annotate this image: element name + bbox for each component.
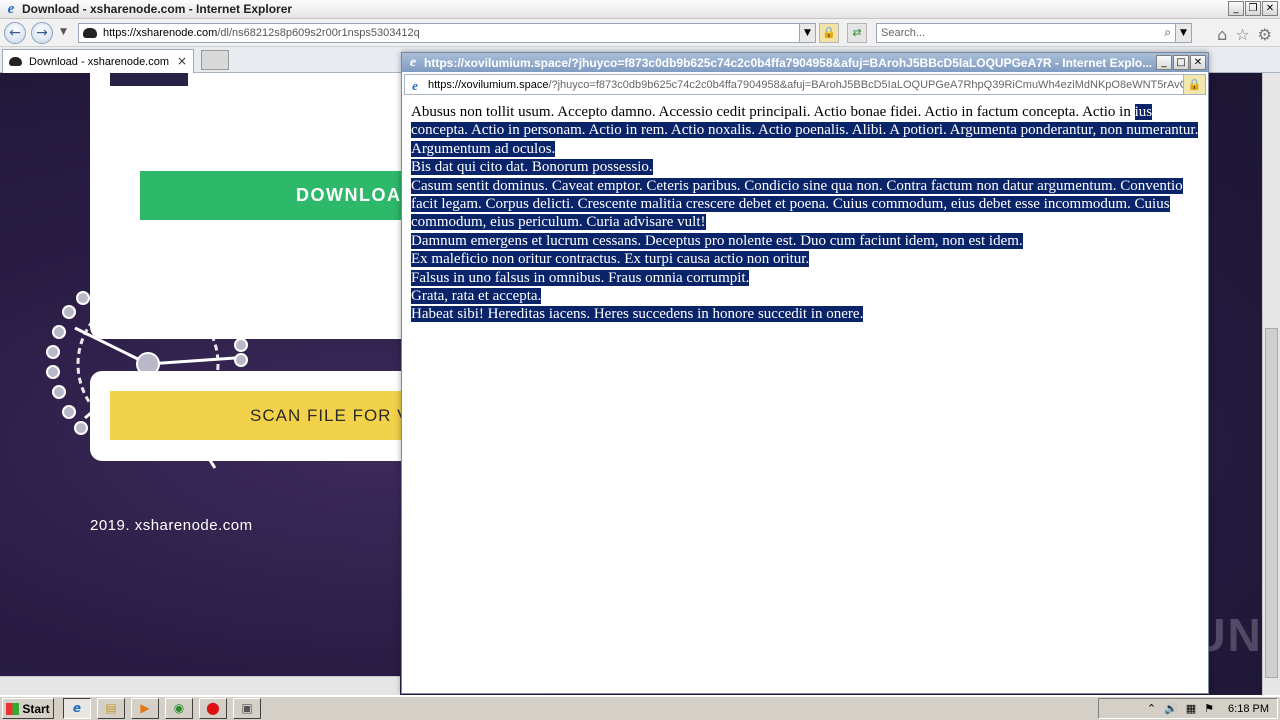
right-tools: ⌂ ☆ ⚙ bbox=[1217, 25, 1272, 44]
popup-close-button[interactable]: ✕ bbox=[1190, 55, 1206, 70]
selected-text: Casum sentit dominus. Caveat emptor. Cet… bbox=[411, 177, 1183, 231]
history-dropdown-icon[interactable]: ▼ bbox=[60, 27, 67, 37]
selected-text: Ex maleficio non oritur contractus. Ex t… bbox=[411, 251, 810, 268]
tab-close-icon[interactable]: × bbox=[177, 54, 187, 68]
home-icon[interactable]: ⌂ bbox=[1217, 25, 1227, 44]
taskbar-app-icon[interactable]: ▣ bbox=[233, 698, 261, 719]
restore-button[interactable]: ❐ bbox=[1245, 1, 1261, 16]
horizontal-scrollbar[interactable] bbox=[0, 676, 400, 695]
card-header-stub bbox=[110, 73, 188, 86]
popup-paragraph: Damnum emergens et lucrum cessans. Decep… bbox=[411, 232, 1201, 250]
download-card: DOWNLOA bbox=[90, 73, 440, 339]
scan-file-button[interactable]: SCAN FILE FOR V bbox=[110, 391, 410, 440]
tray-expand-icon[interactable]: ⌃ bbox=[1147, 702, 1156, 715]
new-tab-button[interactable] bbox=[201, 50, 229, 70]
navigation-toolbar: ← → ▼ https://xsharenode.com /dl/ns68212… bbox=[0, 19, 1280, 47]
popup-maximize-button[interactable]: □ bbox=[1173, 55, 1189, 70]
popup-paragraph: Ex maleficio non oritur contractus. Ex t… bbox=[411, 250, 1201, 268]
vertical-scrollbar-thumb[interactable] bbox=[1265, 328, 1278, 678]
search-field[interactable]: Search... ⌕ ▼ bbox=[876, 23, 1192, 43]
forward-button[interactable]: → bbox=[31, 22, 53, 44]
tab-download[interactable]: Download - xsharenode.com × bbox=[2, 49, 194, 73]
popup-window: e https://xovilumium.space/?jhuyco=f873c… bbox=[401, 52, 1209, 694]
popup-title: https://xovilumium.space/?jhuyco=f873c0d… bbox=[424, 55, 1153, 70]
popup-paragraph: Abusus non tollit usum. Accepto damno. A… bbox=[411, 103, 1201, 158]
search-placeholder: Search... bbox=[881, 27, 926, 39]
selected-text: Damnum emergens et lucrum cessans. Decep… bbox=[411, 232, 1023, 249]
selected-text: Grata, rata et accepta. bbox=[411, 288, 542, 305]
address-dropdown-icon[interactable]: ▼ bbox=[799, 24, 815, 42]
tab-cloud-icon bbox=[9, 57, 22, 66]
clock[interactable]: 6:18 PM bbox=[1228, 703, 1269, 715]
popup-paragraph: Grata, rata et accepta. bbox=[411, 287, 1201, 305]
popup-minimize-button[interactable]: _ bbox=[1156, 55, 1172, 70]
start-label: Start bbox=[22, 701, 50, 716]
popup-paragraph: Habeat sibi! Hereditas iacens. Heres suc… bbox=[411, 305, 1201, 323]
taskbar-chrome-icon[interactable]: ◉ bbox=[165, 698, 193, 719]
popup-address-host: https://xovilumium.space bbox=[428, 78, 549, 91]
system-tray: ⌃ 🔊 ▦ ⚑ 6:18 PM bbox=[1098, 698, 1278, 719]
page-footer: 2019. xsharenode.com bbox=[90, 517, 253, 534]
popup-paragraph: Casum sentit dominus. Caveat emptor. Cet… bbox=[411, 177, 1201, 232]
network-icon[interactable]: ▦ bbox=[1186, 702, 1196, 715]
taskbar-explorer-folder-icon[interactable]: ▤ bbox=[97, 698, 125, 719]
popup-titlebar[interactable]: e https://xovilumium.space/?jhuyco=f873c… bbox=[402, 53, 1208, 72]
address-path: /dl/ns68212s8p609s2r00r1nsps5303412q bbox=[217, 27, 420, 39]
windows-flag-icon bbox=[6, 702, 20, 715]
desktop: e Download - xsharenode.com - Internet E… bbox=[0, 0, 1280, 720]
selected-text: Falsus in uno falsus in omnibus. Fraus o… bbox=[411, 269, 750, 286]
selected-text: Habeat sibi! Hereditas iacens. Heres suc… bbox=[411, 306, 864, 323]
close-button[interactable]: ✕ bbox=[1262, 1, 1278, 16]
ie-logo-icon: e bbox=[7, 0, 15, 17]
download-button[interactable]: DOWNLOA bbox=[140, 171, 440, 220]
main-window-controls: _ ❐ ✕ bbox=[1228, 1, 1278, 16]
lock-icon[interactable]: 🔒 bbox=[819, 23, 839, 43]
search-icon[interactable]: ⌕ bbox=[1164, 25, 1171, 40]
back-button[interactable]: ← bbox=[4, 22, 26, 44]
selected-text: Bis dat qui cito dat. Bonorum possessio. bbox=[411, 159, 653, 176]
tab-label: Download - xsharenode.com bbox=[29, 55, 170, 68]
taskbar-opera-icon[interactable]: ⬤ bbox=[199, 698, 227, 719]
taskbar-media-player-icon[interactable]: ▶ bbox=[131, 698, 159, 719]
favorites-star-icon[interactable]: ☆ bbox=[1235, 25, 1249, 44]
popup-paragraph: Falsus in uno falsus in omnibus. Fraus o… bbox=[411, 269, 1201, 287]
popup-lock-icon[interactable]: 🔒 bbox=[1183, 75, 1205, 94]
main-window-titlebar[interactable]: e Download - xsharenode.com - Internet E… bbox=[0, 0, 1280, 19]
popup-paragraph: Bis dat qui cito dat. Bonorum possessio. bbox=[411, 158, 1201, 176]
start-button[interactable]: Start bbox=[2, 698, 54, 719]
search-dropdown-icon[interactable]: ▼ bbox=[1175, 24, 1191, 42]
action-center-flag-icon[interactable]: ⚑ bbox=[1204, 702, 1214, 715]
volume-icon[interactable]: 🔊 bbox=[1164, 702, 1178, 715]
popup-address-ie-icon: e bbox=[412, 77, 418, 93]
vertical-scrollbar[interactable] bbox=[1262, 73, 1280, 695]
address-host: https://xsharenode.com bbox=[103, 27, 218, 39]
popup-window-controls: _ □ ✕ bbox=[1156, 55, 1206, 70]
site-cloud-icon bbox=[83, 28, 97, 38]
scan-card: SCAN FILE FOR V bbox=[90, 371, 420, 461]
minimize-button[interactable]: _ bbox=[1228, 1, 1244, 16]
paragraph-text: Abusus non tollit usum. Accepto damno. A… bbox=[411, 104, 1135, 120]
address-bar[interactable]: https://xsharenode.com /dl/ns68212s8p609… bbox=[78, 23, 816, 43]
refresh-icon[interactable]: ⇄ bbox=[847, 23, 867, 43]
settings-gear-icon[interactable]: ⚙ bbox=[1258, 25, 1272, 44]
popup-text-content: Abusus non tollit usum. Accepto damno. A… bbox=[411, 103, 1201, 324]
taskbar-ie-icon[interactable]: e bbox=[63, 698, 91, 719]
popup-address-path: /?jhuyco=f873c0db9b625c74c2c0b4ffa790495… bbox=[548, 78, 1205, 91]
taskbar: Start e ▤ ▶ ◉ ⬤ ▣ ⌃ 🔊 ▦ ⚑ 6:18 PM bbox=[0, 695, 1280, 720]
popup-address-bar[interactable]: e https://xovilumium.space /?jhuyco=f873… bbox=[404, 74, 1206, 95]
main-window-title: Download - xsharenode.com - Internet Exp… bbox=[22, 2, 293, 16]
popup-ie-icon: e bbox=[409, 54, 417, 70]
